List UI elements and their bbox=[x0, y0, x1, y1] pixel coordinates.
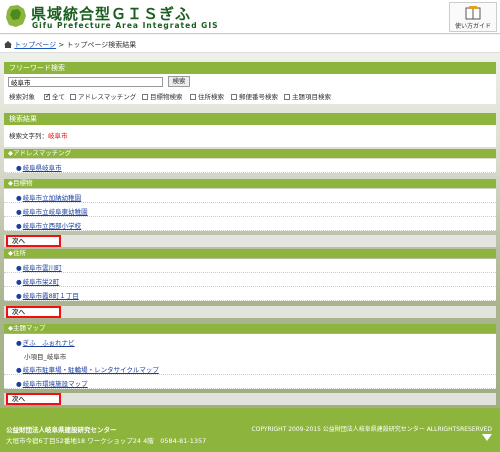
bullet-icon: ● bbox=[16, 208, 22, 216]
checkbox-theme[interactable] bbox=[284, 94, 290, 100]
bullet-icon: ● bbox=[16, 164, 22, 172]
user-guide-label: 使い方ガイド bbox=[454, 23, 491, 30]
footer-address: 大垣市今宿6丁目52番地18 ワークショップ24 4階 0584-81-1357 bbox=[6, 437, 207, 445]
bullet-icon: ● bbox=[16, 222, 22, 230]
category-address-matching-heading: ◆アドレスマッチング bbox=[4, 149, 496, 158]
theme-map-next-bar: 次へ bbox=[4, 393, 496, 405]
category-landmark-heading: ◆目標物 bbox=[4, 179, 496, 188]
search-target-filters: 検索対象 全て アドレスマッチング 目標物検索 住所検索 郵便番号検索 主題項目… bbox=[4, 88, 496, 101]
filter-theme[interactable]: 主題項目検索 bbox=[284, 91, 331, 101]
footer-organization: 公益財団法人岐阜県建設研究センター bbox=[6, 426, 117, 434]
results-panel: 検索結果 検索文字列：岐阜市 bbox=[4, 113, 496, 147]
gifu-map-logo-icon[interactable] bbox=[4, 4, 28, 28]
user-guide-button[interactable]: 使い方ガイド bbox=[449, 2, 497, 32]
filter-all[interactable]: 全て bbox=[44, 91, 65, 101]
result-link[interactable]: 岐阜市環境施設マップ bbox=[23, 380, 88, 388]
list-item[interactable]: ●岐阜市駐車場・駐輪場・レンタサイクルマップ bbox=[4, 361, 496, 375]
result-link[interactable]: 岐阜市駐車場・駐輪場・レンタサイクルマップ bbox=[23, 366, 159, 374]
filter-landmark[interactable]: 目標物検索 bbox=[142, 91, 183, 101]
filter-postal-code[interactable]: 郵便番号検索 bbox=[231, 91, 278, 101]
footer-copyright: COPYRIGHT 2009-2015 公益財団法人岐阜県建設研究センター AL… bbox=[251, 426, 492, 433]
next-button-theme-map[interactable]: 次へ bbox=[6, 393, 61, 405]
result-link[interactable]: ぎふ ふぉれナビ bbox=[23, 339, 75, 347]
site-subtitle: Gifu Prefecture Area Integrated GIS bbox=[32, 21, 219, 30]
next-button-landmark[interactable]: 次へ bbox=[6, 235, 61, 247]
result-link[interactable]: 岐阜市立岐阜東幼稚園 bbox=[23, 208, 88, 216]
address-next-bar: 次へ bbox=[4, 306, 496, 318]
query-label: 検索文字列： bbox=[9, 132, 48, 140]
bullet-icon: ● bbox=[16, 278, 22, 286]
category-theme-map-heading: ◆主題マップ bbox=[4, 324, 496, 333]
filter-address[interactable]: 住所検索 bbox=[190, 91, 224, 101]
query-value: 岐阜市 bbox=[48, 132, 68, 140]
list-item[interactable]: ●岐阜市霞8町１丁目 bbox=[4, 287, 496, 301]
checkbox-postal-code[interactable] bbox=[231, 94, 237, 100]
list-item[interactable]: ●岐阜市立岐阜東幼稚園 bbox=[4, 203, 496, 217]
checkbox-all[interactable] bbox=[44, 92, 51, 100]
freeword-heading: フリーワード検索 bbox=[4, 62, 496, 74]
list-item[interactable]: ●岐阜市立加納幼稚園 bbox=[4, 189, 496, 203]
list-item-subtext: 小項目_岐阜市 bbox=[24, 353, 67, 361]
result-link[interactable]: 岐阜市栄2町 bbox=[23, 278, 60, 286]
category-address-heading: ◆住所 bbox=[4, 249, 496, 258]
category-landmark-list: ●岐阜市立加納幼稚園 ●岐阜市立岐阜東幼稚園 ●岐阜市立西部小学校 bbox=[4, 189, 496, 231]
bullet-icon: ● bbox=[16, 339, 22, 347]
category-address-list: ●岐阜市雲川町 ●岐阜市栄2町 ●岐阜市霞8町１丁目 bbox=[4, 259, 496, 301]
breadcrumb-top-link[interactable]: トップページ bbox=[14, 41, 56, 49]
breadcrumb: トップページ > トップページ検索結果 bbox=[0, 35, 500, 53]
bullet-icon: ● bbox=[16, 264, 22, 272]
scroll-top-triangle-icon[interactable] bbox=[482, 434, 492, 441]
list-item[interactable]: ●岐阜県岐阜市 bbox=[4, 159, 496, 173]
category-theme-map-list: ●ぎふ ふぉれナビ 小項目_岐阜市 ●岐阜市駐車場・駐輪場・レンタサイクルマップ… bbox=[4, 334, 496, 389]
list-item[interactable]: ●岐阜市栄2町 bbox=[4, 273, 496, 287]
results-heading: 検索結果 bbox=[4, 113, 496, 125]
search-input[interactable] bbox=[8, 77, 163, 87]
result-link[interactable]: 岐阜市立加納幼稚園 bbox=[23, 194, 82, 202]
site-footer: 公益財団法人岐阜県建設研究センター 大垣市今宿6丁目52番地18 ワークショップ… bbox=[0, 408, 500, 452]
next-button-address[interactable]: 次へ bbox=[6, 306, 61, 318]
result-link[interactable]: 岐阜市霞8町１丁目 bbox=[23, 292, 79, 300]
landmark-next-bar: 次へ bbox=[4, 235, 496, 247]
bullet-icon: ● bbox=[16, 194, 22, 202]
search-target-label: 検索対象 bbox=[9, 93, 35, 101]
checkbox-address[interactable] bbox=[190, 94, 196, 100]
result-link[interactable]: 岐阜市雲川町 bbox=[23, 264, 62, 272]
book-icon bbox=[465, 6, 481, 20]
checkbox-address-matching[interactable] bbox=[70, 94, 76, 100]
bullet-icon: ● bbox=[16, 366, 22, 374]
home-icon bbox=[4, 41, 12, 48]
filter-address-matching[interactable]: アドレスマッチング bbox=[70, 91, 136, 101]
checkbox-landmark[interactable] bbox=[142, 94, 148, 100]
list-item[interactable]: ●岐阜市立西部小学校 bbox=[4, 217, 496, 231]
main-content: フリーワード検索 検索 検索対象 全て アドレスマッチング 目標物検索 住所検索… bbox=[0, 53, 500, 408]
site-header: 県域統合型ＧＩＳぎふ Gifu Prefecture Area Integrat… bbox=[0, 0, 500, 34]
list-item[interactable]: ●岐阜市環境施設マップ bbox=[4, 375, 496, 389]
result-link[interactable]: 岐阜県岐阜市 bbox=[23, 164, 62, 172]
list-item[interactable]: ●岐阜市雲川町 bbox=[4, 259, 496, 273]
bullet-icon: ● bbox=[16, 380, 22, 388]
search-button[interactable]: 検索 bbox=[168, 76, 190, 87]
query-text: 検索文字列：岐阜市 bbox=[4, 125, 496, 141]
category-address-matching-list: ●岐阜県岐阜市 bbox=[4, 159, 496, 173]
result-link[interactable]: 岐阜市立西部小学校 bbox=[23, 222, 82, 230]
breadcrumb-separator: > bbox=[56, 41, 67, 49]
list-item[interactable]: ●ぎふ ふぉれナビ bbox=[4, 334, 496, 348]
bullet-icon: ● bbox=[16, 292, 22, 300]
freeword-search-panel: フリーワード検索 検索 検索対象 全て アドレスマッチング 目標物検索 住所検索… bbox=[4, 62, 496, 104]
breadcrumb-current: トップページ検索結果 bbox=[66, 41, 137, 49]
